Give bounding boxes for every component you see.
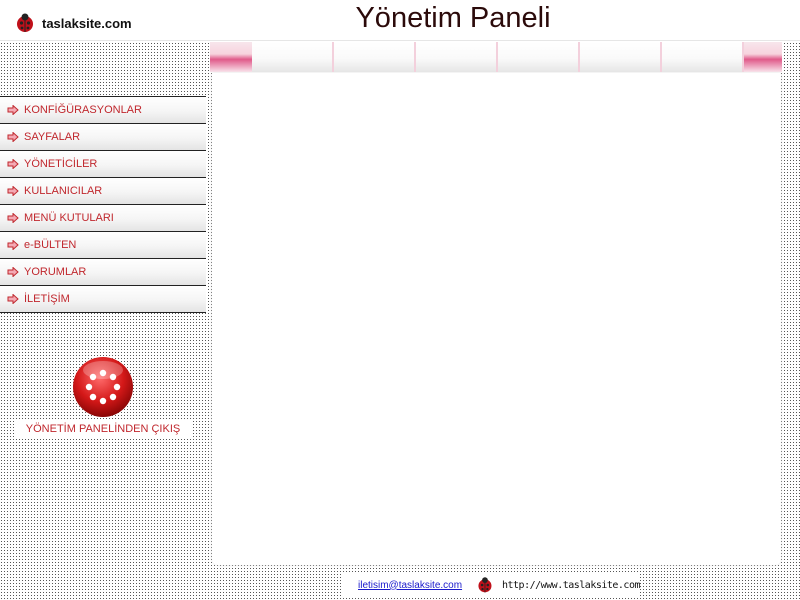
tab-5[interactable] <box>580 42 662 72</box>
sidebar-item-label: e-BÜLTEN <box>24 239 77 251</box>
footer: iletisim@taslaksite.com http://www.tasla… <box>342 574 641 596</box>
footer-email-link[interactable]: iletisim@taslaksite.com <box>358 580 462 591</box>
sidebar-item-konfigurasyonlar[interactable]: KONFİĞÜRASYONLAR <box>0 96 206 123</box>
sidebar-item-yorumlar[interactable]: YORUMLAR <box>0 258 206 285</box>
page-title: Yönetim Paneli <box>355 2 551 34</box>
sidebar-item-label: KONFİĞÜRASYONLAR <box>24 104 142 116</box>
logout-section: YÖNETİM PANELİNDEN ÇIKIŞ <box>0 356 206 438</box>
footer-website-link[interactable]: http://www.taslaksite.com <box>502 580 641 591</box>
ladybug-icon <box>478 577 492 593</box>
tab-6[interactable] <box>662 42 744 72</box>
tab-strip-right-edge <box>744 42 782 72</box>
arrow-right-icon <box>7 159 19 169</box>
site-logo[interactable]: taslaksite.com <box>14 12 132 34</box>
sidebar-item-label: İLETİŞİM <box>24 293 70 305</box>
tab-strip-left-edge <box>210 42 252 72</box>
ladybug-icon <box>17 13 33 32</box>
arrow-right-icon <box>7 186 19 196</box>
sidebar-item-kullanicilar[interactable]: KULLANICILAR <box>0 177 206 204</box>
power-logout-icon[interactable] <box>72 356 134 418</box>
sidebar-item-e-bulten[interactable]: e-BÜLTEN <box>0 231 206 258</box>
arrow-right-icon <box>7 240 19 250</box>
sidebar-item-label: KULLANICILAR <box>24 185 103 197</box>
logo-text: taslaksite.com <box>42 15 132 31</box>
sidebar-item-iletisim[interactable]: İLETİŞİM <box>0 285 206 313</box>
logout-link[interactable]: YÖNETİM PANELİNDEN ÇIKIŞ <box>13 420 193 438</box>
main-content-area <box>212 73 781 565</box>
top-bar: taslaksite.com Yönetim Paneli <box>0 0 800 41</box>
tab-strip <box>210 42 782 72</box>
sidebar-item-label: YORUMLAR <box>24 266 87 278</box>
tab-2[interactable] <box>334 42 416 72</box>
sidebar-item-label: YÖNETİCİLER <box>24 158 98 170</box>
tab-1[interactable] <box>252 42 334 72</box>
sidebar-item-label: SAYFALAR <box>24 131 81 143</box>
arrow-right-icon <box>7 213 19 223</box>
sidebar-item-label: MENÜ KUTULARI <box>24 212 114 224</box>
arrow-right-icon <box>7 267 19 277</box>
arrow-right-icon <box>7 294 19 304</box>
arrow-right-icon <box>7 132 19 142</box>
tab-4[interactable] <box>498 42 580 72</box>
arrow-right-icon <box>7 105 19 115</box>
tab-3[interactable] <box>416 42 498 72</box>
sidebar-item-yoneticiler[interactable]: YÖNETİCİLER <box>0 150 206 177</box>
sidebar-menu: KONFİĞÜRASYONLAR SAYFALAR YÖNETİCİLER KU… <box>0 96 206 313</box>
sidebar-item-sayfalar[interactable]: SAYFALAR <box>0 123 206 150</box>
sidebar-item-menu-kutulari[interactable]: MENÜ KUTULARI <box>0 204 206 231</box>
